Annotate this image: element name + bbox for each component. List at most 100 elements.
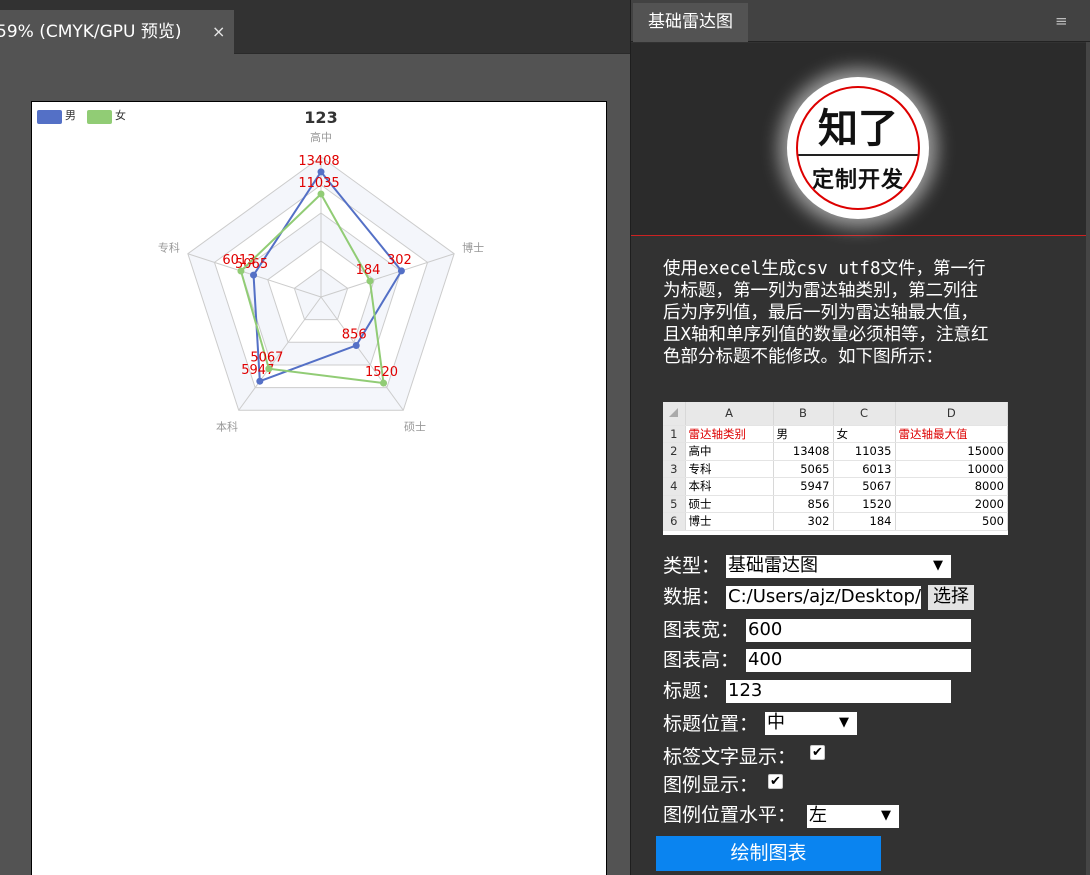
excel-cell: 13408	[773, 442, 834, 461]
excel-cell: 184	[833, 512, 896, 531]
excel-cell: 硕士	[685, 495, 774, 513]
chart-title-input[interactable]: 123	[726, 680, 951, 703]
radar-indicator-label: 专科	[158, 241, 180, 255]
excel-row-number: 3	[663, 460, 686, 478]
legend-label: 男	[65, 109, 76, 122]
title-position-select[interactable]: 中 ▼	[765, 712, 857, 735]
excel-column-header-row: A B C D	[663, 402, 1008, 426]
excel-example-image: A B C D 1 雷达轴类别 男 女 雷达轴最大值 2 高中 13408 11…	[663, 402, 1008, 535]
chart-title: 123	[304, 108, 337, 127]
excel-cell: 本科	[685, 477, 774, 496]
excel-cell: 302	[773, 512, 834, 531]
excel-row-number: 1	[663, 425, 686, 443]
excel-cell: 博士	[685, 512, 774, 531]
title-label: 标题：	[663, 680, 721, 702]
draw-chart-button[interactable]: 绘制图表	[656, 836, 881, 871]
excel-cell: 专科	[685, 460, 774, 478]
excel-cell: 500	[895, 512, 1008, 531]
panel-scrollbar[interactable]	[1086, 42, 1090, 875]
chart-height-input[interactable]: 400	[746, 649, 971, 672]
radar-data-label: 6013	[222, 253, 255, 268]
plugin-panel: 基础雷达图 ≡ 知了 定制开发 使用execel生成csv utf8文件，第一行…	[630, 0, 1090, 875]
chevron-down-icon: ▼	[933, 558, 943, 573]
logo-bottom-text: 定制开发	[811, 168, 904, 193]
radar-indicator-label: 硕士	[404, 420, 426, 433]
excel-cell: 10000	[895, 460, 1008, 478]
excel-col-header: B	[773, 402, 834, 426]
data-path-input[interactable]: C:/Users/ajz/Desktop/	[726, 586, 921, 609]
panel-tab-bar: 基础雷达图 ≡	[631, 0, 1090, 42]
excel-col-header: C	[833, 402, 896, 426]
excel-row: 6 博士 302 184 500	[663, 512, 1008, 531]
radar-data-point	[256, 377, 264, 385]
excel-corner-cell	[663, 402, 686, 426]
excel-row-number: 4	[663, 477, 686, 496]
excel-cell: 8000	[895, 477, 1008, 496]
excel-cell: 6013	[833, 460, 896, 478]
radar-data-point	[317, 190, 325, 198]
document-tab-bar: 59% (CMYK/GPU 预览) ×	[0, 10, 630, 54]
excel-row: 4 本科 5947 5067 8000	[663, 477, 1008, 496]
excel-row: 1 雷达轴类别 男 女 雷达轴最大值	[663, 425, 1008, 443]
radar-data-label: 856	[342, 327, 367, 342]
radar-indicator-label: 本科	[216, 419, 238, 433]
radar-data-label: 302	[387, 253, 412, 268]
excel-row: 3 专科 5065 6013 10000	[663, 460, 1008, 478]
artboard: 高中 博士 硕士 本科 专科 13408 302 856 5947 5065 11035 184 152…	[31, 101, 607, 875]
radar-data-point	[366, 277, 374, 285]
type-select[interactable]: 基础雷达图 ▼	[726, 555, 951, 578]
radar-data-point	[397, 267, 405, 275]
close-icon[interactable]: ×	[212, 10, 225, 54]
legend-swatch	[87, 110, 112, 124]
document-tab[interactable]: 59% (CMYK/GPU 预览) ×	[0, 10, 234, 54]
legend-position-label: 图例位置水平：	[663, 804, 797, 826]
excel-cell: 雷达轴最大值	[895, 425, 1008, 443]
logo: 知了 定制开发	[787, 77, 929, 219]
excel-row-number: 6	[663, 512, 686, 531]
type-label: 类型：	[663, 555, 721, 577]
width-label: 图表宽：	[663, 619, 740, 641]
show-legend-checkbox[interactable]: ✔	[768, 774, 783, 789]
excel-row-number: 2	[663, 442, 686, 461]
radar-data-label: 184	[356, 263, 381, 278]
excel-cell: 15000	[895, 442, 1008, 461]
document-tab-title: 59% (CMYK/GPU 预览)	[0, 22, 182, 42]
radar-chart: 高中博士硕士本科专科134083028565947506511035184152…	[37, 108, 484, 433]
choose-file-button[interactable]: 选择	[928, 585, 974, 610]
logo-divider	[798, 154, 918, 156]
radar-data-point	[352, 341, 360, 349]
excel-cell: 男	[773, 425, 834, 443]
radar-data-label: 1520	[365, 365, 398, 380]
excel-cell: 5065	[773, 460, 834, 478]
legend-label: 女	[115, 108, 126, 122]
excel-cell: 5067	[833, 477, 896, 496]
show-labels-checkbox[interactable]: ✔	[810, 745, 825, 760]
excel-cell: 856	[773, 495, 834, 513]
excel-col-header: D	[895, 402, 1008, 426]
radar-indicator-label: 博士	[462, 242, 484, 255]
top-strip	[0, 0, 630, 10]
legend-position-value: 左	[809, 805, 827, 826]
excel-cell: 雷达轴类别	[685, 425, 774, 443]
excel-cell: 女	[833, 425, 896, 443]
logo-seal: 知了 定制开发	[796, 86, 920, 210]
radar-data-point	[265, 365, 273, 373]
chart-width-input[interactable]: 600	[746, 619, 971, 642]
legend-position-select[interactable]: 左 ▼	[807, 805, 899, 828]
show-legend-label: 图例显示：	[663, 774, 759, 796]
radar-data-point	[380, 379, 388, 387]
radar-data-point	[250, 271, 258, 279]
panel-menu-icon[interactable]: ≡	[1055, 12, 1068, 30]
excel-cell: 2000	[895, 495, 1008, 513]
radar-data-label: 13408	[298, 154, 339, 169]
type-select-value: 基础雷达图	[728, 555, 818, 576]
legend-swatch	[37, 110, 62, 124]
chevron-down-icon: ▼	[881, 808, 891, 823]
radar-data-point	[317, 168, 325, 176]
excel-col-header: A	[685, 402, 774, 426]
logo-top-text: 知了	[818, 105, 898, 152]
logo-banner: 知了 定制开发	[631, 43, 1086, 236]
panel-tab[interactable]: 基础雷达图	[633, 3, 748, 42]
radar-data-label: 11035	[298, 176, 339, 191]
radar-indicator-label: 高中	[310, 130, 332, 144]
